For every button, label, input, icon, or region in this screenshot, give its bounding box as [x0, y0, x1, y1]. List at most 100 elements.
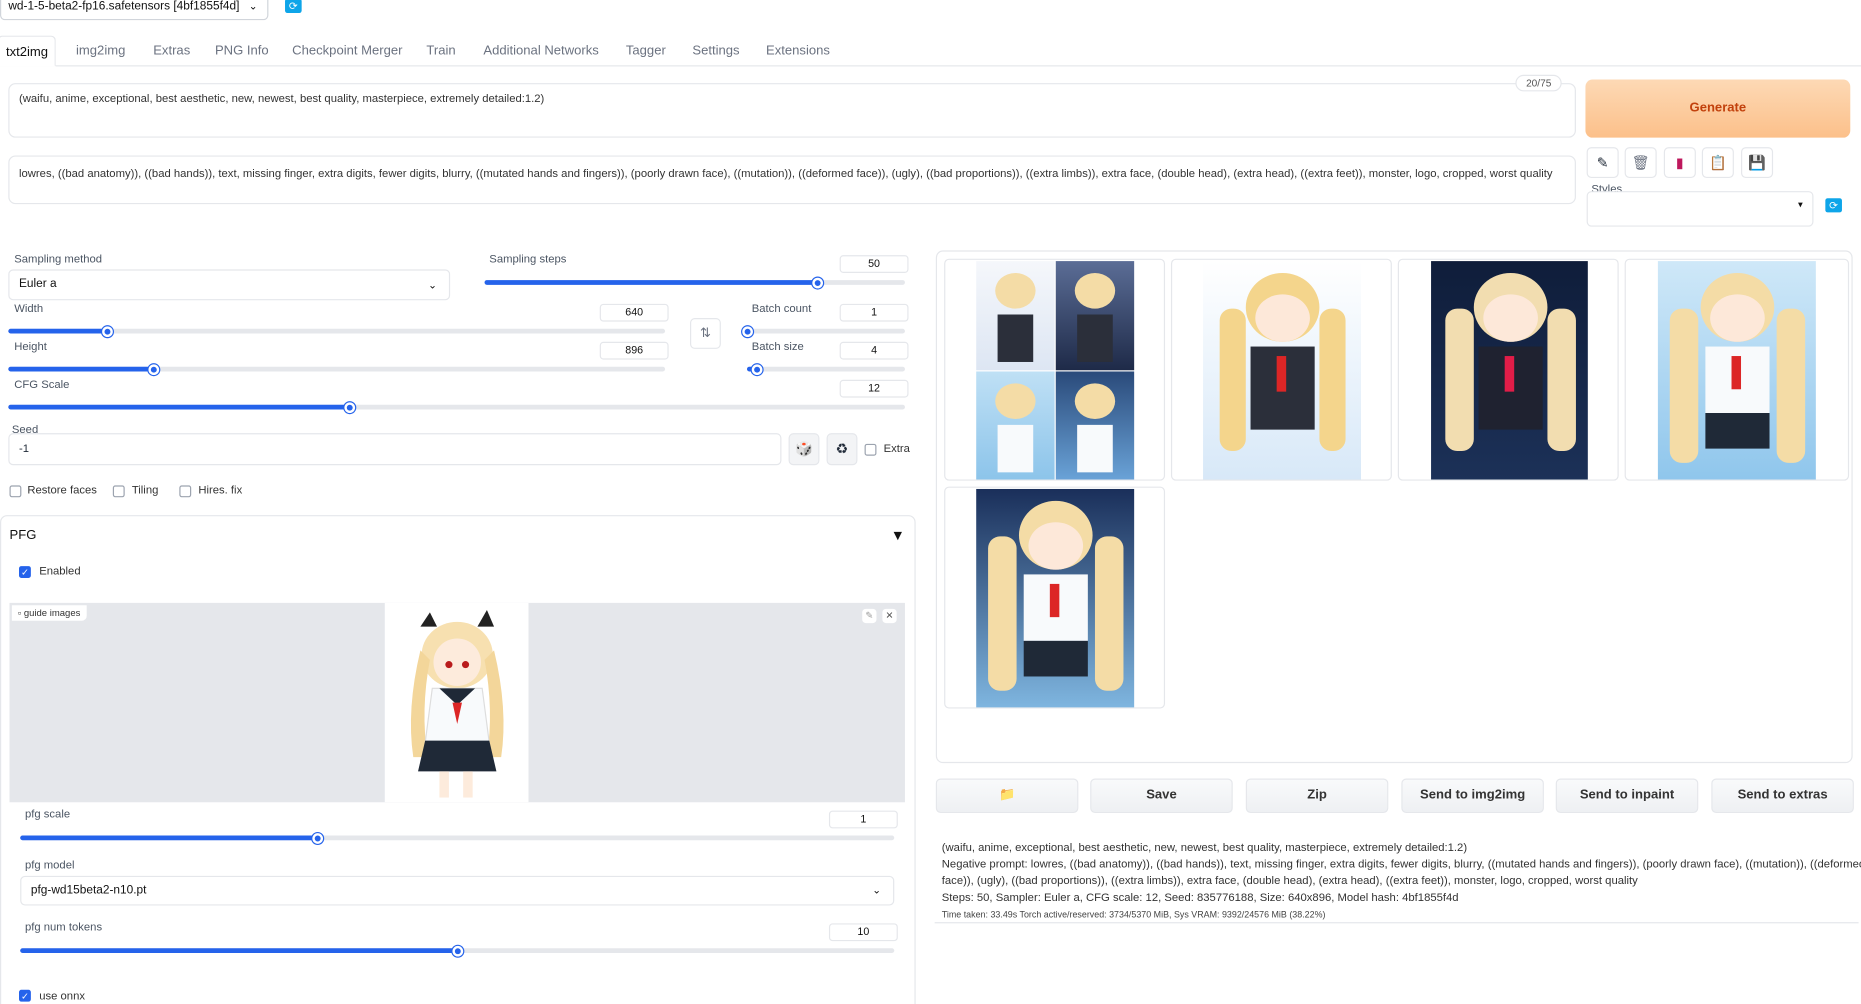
- close-icon[interactable]: ✕: [881, 607, 898, 625]
- folder-icon[interactable]: 📁: [935, 778, 1079, 813]
- sampling-method-value: Euler a: [19, 277, 57, 291]
- refresh-checkpoint-icon[interactable]: ⟳: [285, 0, 302, 14]
- save-style-icon[interactable]: 💾: [1741, 147, 1774, 179]
- width-label: Width: [14, 302, 44, 316]
- slider-track: [747, 328, 905, 334]
- trash-icon[interactable]: 🗑: [1624, 147, 1657, 179]
- hires-fix-checkbox[interactable]: [179, 485, 192, 498]
- edit-icon[interactable]: ✎: [861, 607, 878, 625]
- gallery-image-4[interactable]: [944, 486, 1166, 709]
- restore-faces-checkbox[interactable]: [9, 485, 22, 498]
- bookmark-icon[interactable]: ▮: [1663, 147, 1696, 179]
- slider-thumb[interactable]: [452, 945, 464, 957]
- slider-fill: [20, 948, 458, 954]
- guide-image: [384, 602, 529, 803]
- slider-fill: [8, 366, 153, 372]
- gallery-grid-image[interactable]: [944, 258, 1166, 481]
- height-slider[interactable]: [8, 364, 666, 376]
- tab-tagger[interactable]: Tagger: [626, 36, 666, 67]
- negative-prompt-input[interactable]: lowres, ((bad anatomy)), ((bad hands)), …: [8, 155, 1576, 205]
- collapse-triangle-icon[interactable]: ▼: [891, 527, 905, 544]
- pencil-icon[interactable]: ✎: [1586, 147, 1619, 179]
- pfg-model-select[interactable]: pfg-wd15beta2-n10.pt ⌄: [20, 875, 895, 906]
- slider-thumb[interactable]: [102, 326, 113, 338]
- styles-select[interactable]: ▾: [1586, 191, 1814, 227]
- info-timing: Time taken: 33.49s Torch active/reserved…: [941, 909, 1326, 920]
- tab-train[interactable]: Train: [426, 36, 455, 67]
- slider-thumb[interactable]: [811, 277, 823, 289]
- tab-extras[interactable]: Extras: [153, 36, 190, 67]
- pfg-model-label: pfg model: [24, 859, 75, 873]
- slider-track: [747, 366, 905, 372]
- pfg-num-tokens-slider[interactable]: [20, 945, 895, 957]
- checkpoint-select[interactable]: wd-1-5-beta2-fp16.safetensors [4bf1855f4…: [0, 0, 269, 21]
- refresh-styles-icon[interactable]: ⟳: [1825, 198, 1842, 213]
- guide-images-dropzone[interactable]: ▫ guide images ✎ ✕: [9, 602, 905, 803]
- extra-seed-label: Extra: [883, 442, 910, 456]
- batch-count-slider[interactable]: [742, 326, 905, 338]
- gallery-image-3[interactable]: [1624, 258, 1850, 481]
- gallery-image-2[interactable]: [1397, 258, 1619, 481]
- tiling-checkbox[interactable]: [112, 485, 125, 498]
- save-button[interactable]: Save: [1090, 778, 1233, 813]
- batch-count-input[interactable]: 1: [839, 303, 909, 322]
- tab-txt2img[interactable]: txt2img: [0, 35, 57, 67]
- cfg-scale-label: CFG Scale: [14, 378, 70, 392]
- send-to-extras-button[interactable]: Send to extras: [1711, 778, 1854, 813]
- zip-button[interactable]: Zip: [1245, 778, 1389, 813]
- pfg-title: PFG: [9, 528, 37, 543]
- sampling-steps-input[interactable]: 50: [839, 255, 909, 273]
- info-negative-prompt-cont: face)), (ugly), ((bad proportions)), ((e…: [941, 874, 1638, 888]
- slider-thumb[interactable]: [742, 326, 753, 338]
- send-to-inpaint-button[interactable]: Send to inpaint: [1555, 778, 1699, 813]
- clipboard-icon[interactable]: 📋: [1701, 147, 1734, 179]
- pfg-num-tokens-input[interactable]: 10: [828, 923, 898, 942]
- sampling-method-label: Sampling method: [14, 252, 103, 266]
- tab-checkpoint-merger[interactable]: Checkpoint Merger: [292, 36, 402, 67]
- dice-icon[interactable]: 🎲: [788, 433, 820, 466]
- generate-button[interactable]: Generate: [1585, 79, 1851, 138]
- tab-extensions[interactable]: Extensions: [766, 36, 830, 67]
- tab-settings[interactable]: Settings: [692, 36, 739, 67]
- use-onnx-checkbox[interactable]: ✓: [19, 989, 31, 1002]
- slider-fill: [20, 835, 318, 841]
- sampling-method-select[interactable]: Euler a ⌄: [8, 269, 451, 301]
- checkpoint-label: wd-1-5-beta2-fp16.safetensors [4bf1855f4…: [8, 0, 240, 14]
- pfg-enabled-checkbox[interactable]: ✓: [19, 566, 31, 578]
- slider-thumb[interactable]: [312, 833, 324, 844]
- info-negative-prompt: Negative prompt: lowres, ((bad anatomy))…: [941, 858, 1861, 872]
- recycle-icon[interactable]: ♻: [826, 433, 858, 466]
- chevron-down-icon: ⌄: [428, 278, 438, 291]
- swap-dimensions-icon[interactable]: ⇅: [689, 318, 721, 349]
- width-input[interactable]: 640: [599, 303, 669, 322]
- pfg-scale-label: pfg scale: [24, 808, 71, 822]
- negative-prompt-text: lowres, ((bad anatomy)), ((bad hands)), …: [19, 167, 1553, 181]
- width-slider[interactable]: [8, 326, 666, 338]
- batch-count-label: Batch count: [751, 302, 812, 316]
- pfg-model-value: pfg-wd15beta2-n10.pt: [30, 884, 147, 898]
- height-input[interactable]: 896: [599, 341, 669, 360]
- tab-img2img[interactable]: img2img: [76, 36, 125, 67]
- slider-fill: [8, 404, 350, 410]
- prompt-input[interactable]: (waifu, anime, exceptional, best aesthet…: [8, 83, 1576, 138]
- restore-faces-label: Restore faces: [27, 484, 97, 498]
- guide-image-illustration: [410, 610, 504, 798]
- slider-thumb[interactable]: [148, 364, 159, 376]
- slider-thumb[interactable]: [751, 364, 763, 376]
- batch-size-input[interactable]: 4: [839, 341, 909, 360]
- tab-additional-networks[interactable]: Additional Networks: [483, 36, 598, 67]
- cfg-scale-input[interactable]: 12: [839, 379, 909, 398]
- pfg-scale-slider[interactable]: [20, 833, 895, 844]
- send-to-img2img-button[interactable]: Send to img2img: [1401, 778, 1544, 813]
- extra-seed-checkbox[interactable]: [864, 443, 877, 456]
- batch-size-slider[interactable]: [747, 364, 905, 376]
- gallery-image-1[interactable]: [1170, 258, 1392, 481]
- image-gallery: [935, 250, 1853, 764]
- seed-input[interactable]: -1: [8, 433, 782, 466]
- sampling-steps-slider[interactable]: [484, 277, 905, 289]
- slider-thumb[interactable]: [344, 402, 355, 414]
- pfg-scale-input[interactable]: 1: [828, 810, 898, 829]
- image-icon: ▫: [17, 607, 22, 619]
- tab-png-info[interactable]: PNG Info: [215, 36, 269, 67]
- cfg-scale-slider[interactable]: [8, 402, 905, 414]
